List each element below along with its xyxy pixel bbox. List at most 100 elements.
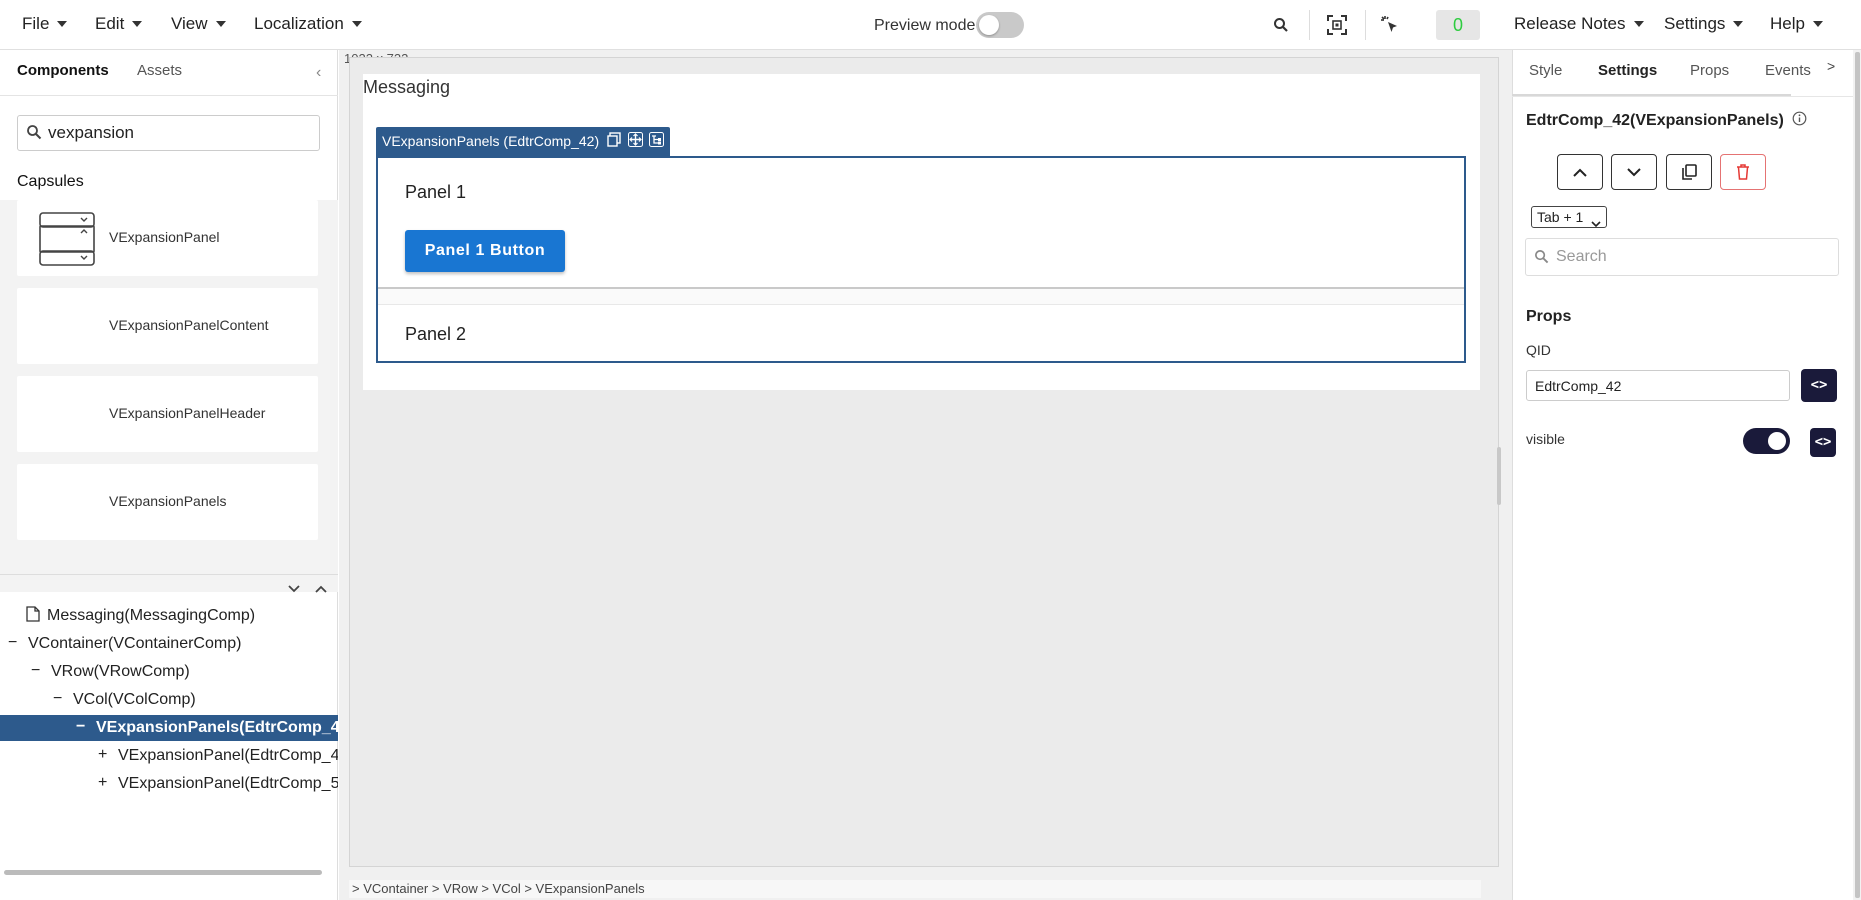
page-icon <box>26 606 40 627</box>
divider <box>0 95 338 96</box>
file-menu-label: File <box>22 14 50 33</box>
visible-toggle[interactable] <box>1743 428 1790 454</box>
view-menu-label: View <box>171 14 208 33</box>
copy-icon <box>1681 164 1697 180</box>
horizontal-scrollbar[interactable] <box>4 870 322 875</box>
props-search-input[interactable] <box>1556 245 1826 269</box>
component-search-input[interactable] <box>48 120 313 146</box>
expand-sign[interactable]: + <box>98 746 107 764</box>
tree-item-vexpansionpanel[interactable]: + VExpansionPanel(EdtrComp_51 <box>0 771 338 797</box>
tab-index-select[interactable]: Tab + 1 <box>1531 206 1607 228</box>
info-icon[interactable] <box>1792 111 1807 131</box>
collapse-sign[interactable]: − <box>76 718 85 736</box>
search-icon <box>26 124 42 143</box>
tree-structure-icon[interactable] <box>649 128 665 157</box>
capsule-item[interactable]: VExpansionPanelContent <box>17 288 318 364</box>
tab-events[interactable]: Events <box>1765 62 1811 79</box>
visible-code-button[interactable]: <> <box>1810 428 1836 457</box>
collapse-all-icon[interactable] <box>288 580 300 596</box>
tree-item-label: VRow(VRowComp) <box>51 663 190 680</box>
tree-item-vrow[interactable]: − VRow(VRowComp) <box>0 659 338 685</box>
expand-all-icon[interactable] <box>315 580 327 596</box>
component-title: EdtrComp_42(VExpansionPanels) <box>1526 111 1807 131</box>
duplicate-button[interactable] <box>1666 154 1712 190</box>
expansion-panel-thumbnail-icon <box>39 212 95 269</box>
move-up-button[interactable] <box>1557 154 1603 190</box>
collapse-sign[interactable]: − <box>31 662 40 680</box>
breadcrumb[interactable]: > VContainer > VRow > VCol > VExpansionP… <box>349 880 1481 898</box>
component-title-label: EdtrComp_42(VExpansionPanels) <box>1526 112 1784 129</box>
scrollbar-thumb[interactable] <box>1855 52 1860 898</box>
trash-icon <box>1737 164 1749 180</box>
selection-tag-label: VExpansionPanels (EdtrComp_42) <box>382 133 600 149</box>
settings-menu[interactable]: Settings <box>1664 14 1744 34</box>
counter-badge[interactable]: 0 <box>1436 10 1480 40</box>
capsule-item[interactable]: VExpansionPanels <box>17 464 318 540</box>
chevron-down-icon <box>215 21 226 27</box>
tab-settings[interactable]: Settings <box>1598 62 1657 79</box>
chevron-down-icon <box>1733 21 1744 27</box>
code-icon: <> <box>1810 377 1828 393</box>
edit-menu[interactable]: Edit <box>95 14 143 34</box>
chevron-down-icon <box>1812 21 1823 27</box>
tree-item-vexpansionpanel[interactable]: + VExpansionPanel(EdtrComp_45 <box>0 743 338 769</box>
component-search <box>17 115 320 151</box>
tree-item-vcol[interactable]: − VCol(VColComp) <box>0 687 338 713</box>
file-menu[interactable]: File <box>22 14 68 34</box>
props-heading: Props <box>1526 308 1572 325</box>
chevron-left-icon[interactable]: ‹ <box>316 64 321 82</box>
help-menu[interactable]: Help <box>1770 14 1823 34</box>
qid-code-button[interactable]: <> <box>1801 369 1837 402</box>
props-search <box>1525 238 1839 276</box>
copy-icon[interactable] <box>607 128 622 157</box>
panel-2-title[interactable]: Panel 2 <box>405 324 466 345</box>
search-icon <box>1534 249 1549 267</box>
release-notes-menu[interactable]: Release Notes <box>1514 14 1644 34</box>
divider <box>0 574 338 575</box>
collapse-sign[interactable]: − <box>53 690 62 708</box>
chevron-down-icon <box>1633 21 1644 27</box>
toggle-knob <box>1768 432 1786 450</box>
move-down-button[interactable] <box>1611 154 1657 190</box>
tab-props[interactable]: Props <box>1690 62 1729 79</box>
collapse-sign[interactable]: − <box>8 634 17 652</box>
tree-item-label: VExpansionPanels(EdtrComp_42) <box>96 719 338 736</box>
resize-handle[interactable] <box>1497 447 1501 505</box>
chevron-down-icon <box>1627 167 1641 176</box>
tab-assets[interactable]: Assets <box>137 62 182 79</box>
tab-index-value: Tab + 1 <box>1537 209 1584 225</box>
click-cursor-icon[interactable] <box>1378 13 1402 37</box>
expansion-panels-preview[interactable]: Panel 1 Panel 1 Button Panel 2 <box>376 156 1466 363</box>
tree-item-label: VExpansionPanel(EdtrComp_45 <box>118 747 338 764</box>
tab-components[interactable]: Components <box>17 62 109 79</box>
delete-button[interactable] <box>1720 154 1766 190</box>
tree-item-vexpansionpanels[interactable]: − VExpansionPanels(EdtrComp_42) <box>0 715 338 741</box>
chevron-down-icon <box>132 21 143 27</box>
qid-label: QID <box>1526 342 1551 358</box>
tabs-more-button[interactable]: > <box>1827 58 1835 74</box>
panel-1-button[interactable]: Panel 1 Button <box>405 230 565 272</box>
move-icon[interactable] <box>628 128 644 157</box>
tree-item-messaging[interactable]: Messaging(MessagingComp) <box>0 603 338 629</box>
preview-mode-label: Preview mode <box>874 17 976 34</box>
qid-input[interactable] <box>1526 370 1790 401</box>
search-icon[interactable] <box>1269 13 1293 37</box>
chevron-up-icon <box>1573 168 1587 177</box>
view-menu[interactable]: View <box>171 14 226 34</box>
preview-mode-toggle[interactable] <box>976 12 1024 38</box>
capsule-label: VExpansionPanelContent <box>109 317 269 333</box>
divider <box>1512 96 1861 97</box>
expand-sign[interactable]: + <box>98 774 107 792</box>
divider <box>1309 10 1310 40</box>
tab-style[interactable]: Style <box>1529 62 1562 79</box>
selection-tag[interactable]: VExpansionPanels (EdtrComp_42) <box>376 127 671 157</box>
tree-item-label: VCol(VColComp) <box>73 691 196 708</box>
localization-menu[interactable]: Localization <box>254 14 362 34</box>
scan-icon[interactable] <box>1325 13 1349 37</box>
capsule-item[interactable]: VExpansionPanelHeader <box>17 376 318 452</box>
panel-1-title[interactable]: Panel 1 <box>405 182 466 203</box>
capsule-label: VExpansionPanel <box>109 229 220 245</box>
tree-item-vcontainer[interactable]: − VContainer(VContainerComp) <box>0 631 338 657</box>
capsule-item[interactable]: VExpansionPanel <box>17 200 318 276</box>
visible-label: visible <box>1526 431 1565 447</box>
